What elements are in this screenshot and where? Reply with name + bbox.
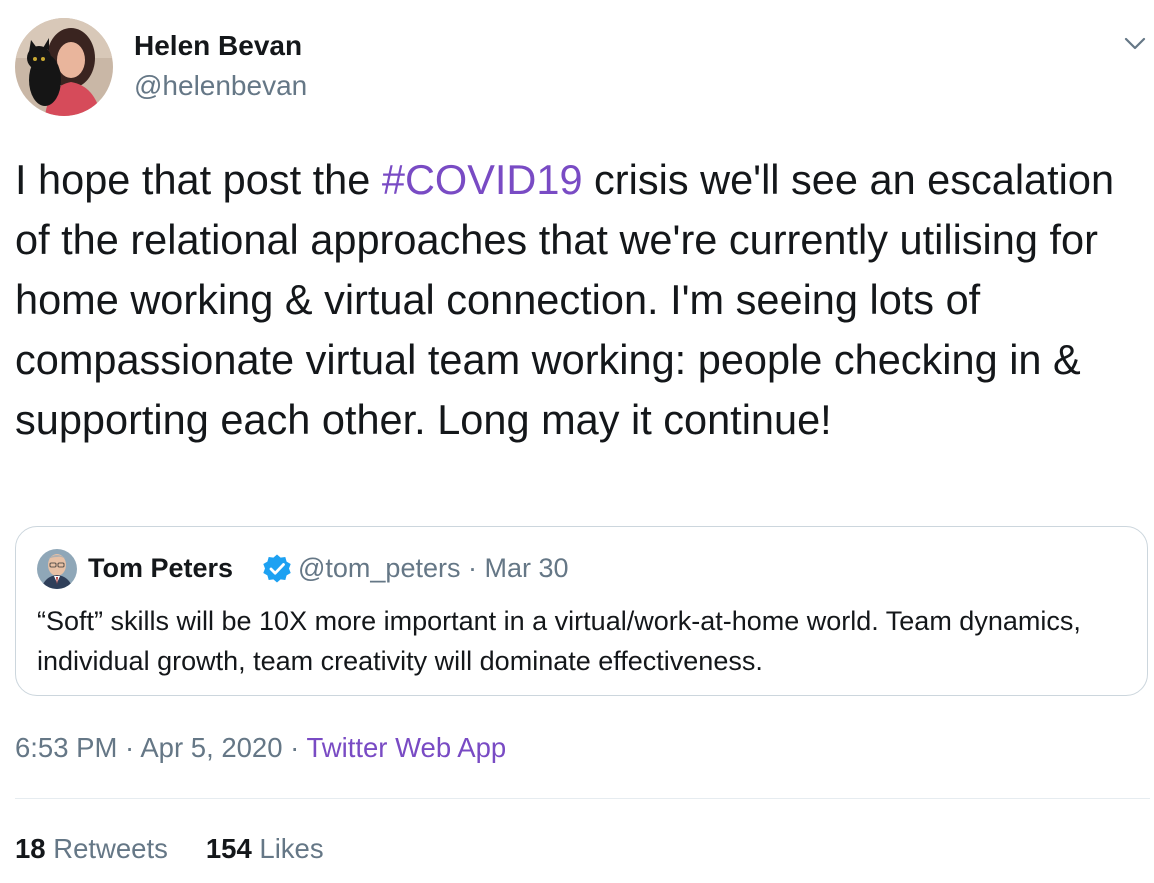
source-app-link[interactable]: Twitter Web App — [306, 732, 506, 763]
avatar-photo-icon — [37, 549, 77, 589]
quoted-author-name: Tom Peters — [88, 553, 234, 583]
divider — [15, 798, 1150, 799]
likes-stat[interactable]: 154 Likes — [206, 833, 324, 864]
quoted-tweet-text: “Soft” skills will be 10X more important… — [37, 606, 1081, 676]
chevron-down-icon[interactable] — [1120, 28, 1150, 58]
verified-badge-icon — [261, 553, 293, 585]
quoted-handle-date: @tom_peters · Mar 30 — [298, 553, 569, 583]
retweets-label: Retweets — [53, 833, 168, 864]
retweets-stat[interactable]: 18 Retweets — [15, 833, 168, 864]
tweet-detail: Helen Bevan @helenbevan I hope that post… — [0, 0, 1154, 883]
author-avatar[interactable] — [15, 18, 113, 116]
likes-label: Likes — [259, 833, 324, 864]
avatar-photo-icon — [15, 18, 113, 116]
hashtag-link[interactable]: #COVID19 — [382, 156, 583, 203]
retweets-count: 18 — [15, 833, 46, 864]
likes-count: 154 — [205, 833, 252, 864]
tweet-text-start: I hope that post the — [15, 156, 382, 203]
author-handle[interactable]: @helenbevan — [134, 70, 307, 102]
time-date[interactable]: 6:53 PM · Apr 5, 2020 · — [15, 732, 306, 763]
author-name[interactable]: Helen Bevan — [134, 30, 302, 62]
quoted-author-avatar[interactable] — [37, 549, 77, 589]
tweet-stats: 18 Retweets 154 Likes — [15, 833, 324, 865]
tweet-text: I hope that post the #COVID19 crisis we'… — [15, 150, 1140, 450]
quoted-tweet[interactable]: Tom Peters @tom_peters · Mar 30 “Soft” s… — [15, 526, 1148, 696]
tweet-timestamp: 6:53 PM · Apr 5, 2020 · Twitter Web App — [15, 732, 506, 764]
